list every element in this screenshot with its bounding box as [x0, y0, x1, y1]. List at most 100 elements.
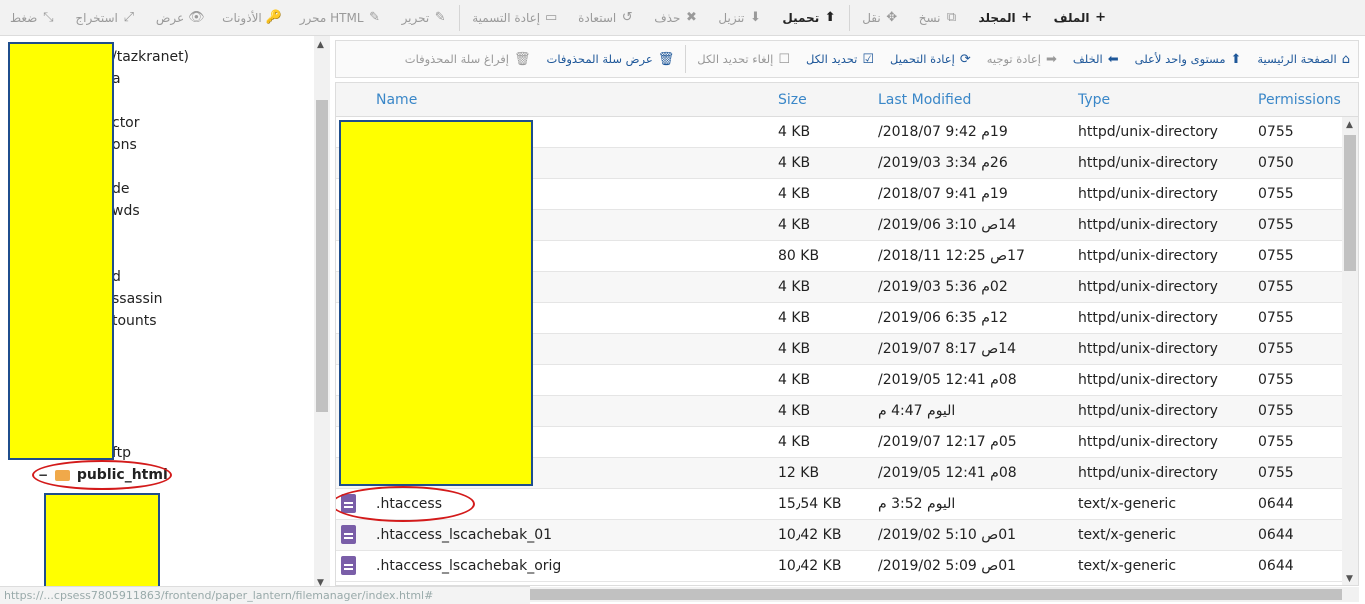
- upload-icon: ⬆: [824, 10, 836, 25]
- view-trash-button[interactable]: 🗑 عرض سلة المحذوفات: [539, 41, 683, 77]
- button-label: الصفحة الرئيسية: [1257, 52, 1337, 66]
- edit-button[interactable]: ✎ تحرير: [392, 0, 458, 36]
- file-type: httpd/unix-directory: [1078, 372, 1218, 388]
- select-all-button[interactable]: ☑ تحديد الكل: [798, 41, 882, 77]
- compress-button[interactable]: ⤡ ضغط: [0, 0, 65, 36]
- button-label: حذف: [654, 10, 681, 25]
- file-name[interactable]: .htaccess_lscachebak_orig: [376, 558, 561, 574]
- forward-button[interactable]: ➡ إعادة توجيه: [979, 41, 1065, 77]
- file-size: 80 KB: [778, 248, 820, 264]
- copy-button[interactable]: ⧉ نسخ: [909, 0, 969, 36]
- home-icon: ⌂: [1341, 51, 1350, 67]
- file-permissions: 0755: [1258, 124, 1294, 140]
- move-button[interactable]: ✥ نقل: [852, 0, 909, 36]
- up-one-level-button[interactable]: ⬆ مستوى واحد لأعلى: [1127, 41, 1250, 77]
- file-permissions: 0644: [1258, 496, 1294, 512]
- file-modified: 01ص 5:10 2019/02/: [878, 527, 1017, 543]
- file-modified: 14ص 8:17 2019/07/: [878, 341, 1017, 357]
- file-modified: 02م 5:36 2019/03/: [878, 279, 1008, 295]
- column-type[interactable]: Type: [1078, 92, 1110, 108]
- file-size: 4 KB: [778, 279, 811, 295]
- html-editor-button[interactable]: ✎ محرر HTML: [290, 0, 392, 36]
- button-label: إعادة التسمية: [472, 10, 541, 25]
- unselect-all-button[interactable]: ☐ إلغاء تحديد الكل: [689, 41, 798, 77]
- file-permissions: 0644: [1258, 558, 1294, 574]
- scroll-thumb[interactable]: [316, 100, 328, 412]
- column-name[interactable]: Name: [376, 92, 417, 108]
- horizontal-scrollbar[interactable]: [530, 587, 1359, 602]
- file-modified: 12م 6:35 2019/06/: [878, 310, 1008, 326]
- scroll-down-icon[interactable]: ▼: [1346, 574, 1353, 584]
- file-name[interactable]: .htaccess_lscachebak_01: [376, 527, 552, 543]
- redaction-box: [339, 120, 533, 486]
- file-type: text/x-generic: [1078, 558, 1177, 574]
- extract-icon: ⤢: [123, 10, 135, 25]
- tree-node[interactable]: /tazkranet): [112, 49, 189, 65]
- table-row[interactable]: .htaccess_lscachebak_01 10٫42 KB 01ص 5:10 …: [336, 520, 1342, 551]
- file-size: 4 KB: [778, 124, 811, 140]
- button-label: استخراج: [75, 10, 118, 25]
- file-permissions: 0755: [1258, 403, 1294, 419]
- button-label: تنزيل: [718, 10, 745, 25]
- file-permissions: 0755: [1258, 434, 1294, 450]
- file-size: 4 KB: [778, 403, 811, 419]
- file-button[interactable]: + الملف: [1044, 0, 1118, 36]
- file-modified: 17ص 12:25 2018/11/: [878, 248, 1025, 264]
- file-modified: 26م 3:34 2019/03/: [878, 155, 1008, 171]
- scroll-up-icon[interactable]: ▲: [1346, 120, 1353, 130]
- tree-node[interactable]: ssassin: [112, 291, 163, 307]
- compress-icon: ⤡: [43, 10, 54, 25]
- scroll-up-icon[interactable]: ▲: [317, 40, 324, 50]
- button-label: عرض: [155, 10, 185, 25]
- column-size[interactable]: Size: [778, 92, 807, 108]
- column-last-modified[interactable]: Last Modified: [878, 92, 971, 108]
- file-permissions: 0755: [1258, 372, 1294, 388]
- file-size: 4 KB: [778, 217, 811, 233]
- button-label: الأذونات: [222, 10, 262, 25]
- tree-node[interactable]: ftp: [112, 445, 131, 461]
- table-row[interactable]: .htaccess 15٫54 KB اليوم 3:52 م text/x-gene…: [336, 489, 1342, 520]
- toolbar-separator: [459, 4, 461, 31]
- tree-node[interactable]: wds: [112, 203, 140, 219]
- empty-trash-button[interactable]: 🗑 إفراغ سلة المحذوفات: [397, 41, 539, 77]
- permissions-button[interactable]: 🔑 الأذونات: [212, 0, 290, 36]
- file-modified: 14ص 3:10 2019/06/: [878, 217, 1017, 233]
- file-permissions: 0755: [1258, 186, 1294, 202]
- file-modified: اليوم 3:52 م: [878, 496, 956, 512]
- table-row[interactable]: .htaccess_lscachebak_orig 10٫42 KB 01ص 5:0…: [336, 551, 1342, 582]
- select-all-icon: ☑: [862, 51, 875, 67]
- button-label: محرر HTML: [299, 10, 364, 25]
- file-type: httpd/unix-directory: [1078, 465, 1218, 481]
- upload-button[interactable]: ⬆ تحميل: [772, 0, 847, 36]
- html-editor-icon: ✎: [369, 10, 381, 25]
- table-scrollbar[interactable]: ▲ ▼: [1342, 117, 1358, 585]
- back-button[interactable]: ⬅ الخلف: [1065, 41, 1127, 77]
- restore-button[interactable]: ↺ استعادة: [568, 0, 644, 36]
- file-size: 12 KB: [778, 465, 820, 481]
- scroll-thumb[interactable]: [530, 589, 1342, 600]
- view-button[interactable]: 👁 عرض: [146, 0, 212, 36]
- tree-scrollbar[interactable]: ▲ ▼: [314, 36, 330, 592]
- highlight-ring: [32, 460, 172, 490]
- scroll-thumb[interactable]: [1344, 135, 1356, 271]
- extract-button[interactable]: ⤢ استخراج: [65, 0, 145, 36]
- download-button[interactable]: ⬇ تنزيل: [708, 0, 772, 36]
- rename-button[interactable]: ▭ إعادة التسمية: [462, 0, 568, 36]
- folder-icon: +: [1021, 10, 1033, 25]
- button-label: تحديد الكل: [806, 52, 858, 66]
- reload-button[interactable]: ⟳ إعادة التحميل: [882, 41, 979, 77]
- action-separator: [685, 45, 687, 73]
- folder-button[interactable]: + المجلد: [969, 0, 1044, 36]
- forward-icon: ➡: [1045, 51, 1057, 67]
- tree-node[interactable]: de: [112, 181, 130, 197]
- tree-node[interactable]: ons: [112, 137, 137, 153]
- delete-button[interactable]: ✖ حذف: [644, 0, 708, 36]
- view-trash-icon: 🗑: [657, 51, 675, 67]
- home-button[interactable]: ⌂ الصفحة الرئيسية: [1249, 41, 1358, 77]
- tree-node[interactable]: ctor: [112, 115, 140, 131]
- action-bar: ⌂ الصفحة الرئيسية ⬆ مستوى واحد لأعلى ⬅ الخلف ➡…: [335, 40, 1359, 78]
- file-size: 4 KB: [778, 372, 811, 388]
- file-modified: 08م 12:41 2019/05/: [878, 372, 1017, 388]
- column-permissions[interactable]: Permissions: [1258, 92, 1341, 108]
- tree-node[interactable]: tounts: [112, 313, 157, 329]
